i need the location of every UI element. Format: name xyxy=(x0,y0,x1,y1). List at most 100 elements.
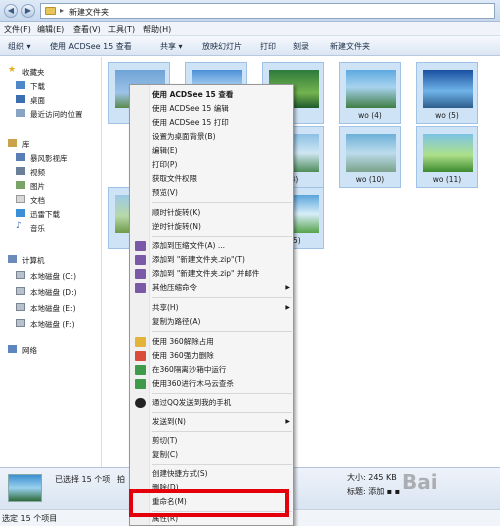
image-thumbnail[interactable]: wo (11) xyxy=(416,126,478,188)
navigation-pane: ★ 收藏夹 下载 桌面 最近访问的位置 库 暴风影视库 视频 图片 文档 迅雷下… xyxy=(0,57,102,467)
menu-item-360-unlock[interactable]: 使用 360解除占用 xyxy=(152,336,292,348)
menu-separator xyxy=(152,297,292,298)
menu-separator xyxy=(152,431,292,432)
sidebar-item-documents[interactable]: 文档 xyxy=(0,193,100,206)
sidebar-item-pictures[interactable]: 图片 xyxy=(0,179,100,192)
drive-icon xyxy=(16,287,25,295)
rename-highlight-box xyxy=(129,489,289,517)
menu-item-acdsee-print[interactable]: 使用 ACDSee 15 打印 xyxy=(152,117,292,129)
download-folder-icon xyxy=(16,81,25,89)
menu-file[interactable]: 文件(F) xyxy=(4,24,31,35)
menu-item-add-zip-email[interactable]: 添加到 "新建文件夹.zip" 并邮件 xyxy=(152,268,292,280)
menu-item-acdsee-view[interactable]: 使用 ACDSee 15 查看 xyxy=(152,89,292,101)
slideshow-button[interactable]: 放映幻灯片 xyxy=(202,41,242,52)
menu-item-create-shortcut[interactable]: 创建快捷方式(S) xyxy=(152,468,292,480)
menu-item-send-to[interactable]: 发送到(N) ▶ xyxy=(152,416,292,428)
winrar-icon xyxy=(135,255,146,265)
drive-icon xyxy=(16,303,25,311)
sidebar-favorites[interactable]: ★ 收藏夹 xyxy=(0,65,100,78)
sidebar-item-drive-e[interactable]: 本地磁盘 (E:) xyxy=(0,301,100,314)
sidebar-item-drive-f[interactable]: 本地磁盘 (F:) xyxy=(0,317,100,330)
sidebar-item-thunder[interactable]: 迅雷下载 xyxy=(0,207,100,220)
menu-item-rotate-cw[interactable]: 顺时针旋转(K) xyxy=(152,207,292,219)
sidebar-item-desktop[interactable]: 桌面 xyxy=(0,93,100,106)
photo-preview xyxy=(346,134,396,172)
menu-separator xyxy=(152,412,292,413)
menu-item-edit[interactable]: 编辑(E) xyxy=(152,145,292,157)
menu-item-360-force-delete[interactable]: 使用 360强力删除 xyxy=(152,350,292,362)
document-icon xyxy=(16,195,25,203)
title-label: 标题: 添加 ▪ ▪ xyxy=(347,487,401,496)
menu-item-add-zip[interactable]: 添加到 "新建文件夹.zip"(T) xyxy=(152,254,292,266)
photo-preview xyxy=(423,70,473,108)
menu-separator xyxy=(152,464,292,465)
video-icon xyxy=(16,167,25,175)
menu-bar: 文件(F) 编辑(E) 查看(V) 工具(T) 帮助(H) xyxy=(0,22,500,36)
selection-count: 已选择 15 个项 xyxy=(55,475,111,484)
burn-button[interactable]: 刻录 xyxy=(293,41,309,52)
menu-item-cut[interactable]: 剪切(T) xyxy=(152,435,292,447)
menu-item-copy[interactable]: 复制(C) xyxy=(152,449,292,461)
back-button[interactable]: ◀ xyxy=(4,4,18,18)
menu-item-acdsee-edit[interactable]: 使用 ACDSee 15 编辑 xyxy=(152,103,292,115)
winrar-icon xyxy=(135,241,146,251)
sidebar-item-downloads[interactable]: 下载 xyxy=(0,79,100,92)
menu-item-set-wallpaper[interactable]: 设置为桌面背景(B) xyxy=(152,131,292,143)
menu-separator xyxy=(152,393,292,394)
sidebar-item-recent[interactable]: 最近访问的位置 xyxy=(0,107,100,120)
share-button[interactable]: 共享 ▾ xyxy=(160,41,183,52)
menu-help[interactable]: 帮助(H) xyxy=(143,24,171,35)
menu-item-360-sandbox[interactable]: 在360隔离沙箱中运行 xyxy=(152,364,292,376)
sidebar-computer[interactable]: 计算机 xyxy=(0,253,100,266)
image-thumbnail[interactable]: wo (4) xyxy=(339,62,401,124)
menu-item-other-compress[interactable]: 其他压缩命令 ▶ xyxy=(152,282,292,294)
menu-item-add-archive[interactable]: 添加到压缩文件(A) ... xyxy=(152,240,292,252)
menu-item-share[interactable]: 共享(H) ▶ xyxy=(152,302,292,314)
submenu-arrow-icon: ▶ xyxy=(285,284,290,291)
new-folder-button[interactable]: 新建文件夹 xyxy=(330,41,370,52)
sidebar-network[interactable]: 网络 xyxy=(0,343,100,356)
acdsee-view-button[interactable]: 使用 ACDSee 15 查看 xyxy=(50,41,132,52)
menu-edit[interactable]: 编辑(E) xyxy=(37,24,64,35)
photo-preview xyxy=(423,134,473,172)
menu-tools[interactable]: 工具(T) xyxy=(108,24,135,35)
size-label: 大小: 245 KB xyxy=(347,473,397,482)
music-icon: ♪ xyxy=(16,221,22,231)
library-icon xyxy=(8,139,17,147)
menu-item-qq-send[interactable]: 通过QQ发送到我的手机 xyxy=(152,397,292,409)
menu-item-take-ownership[interactable]: 获取文件权限 xyxy=(152,173,292,185)
address-path[interactable]: 新建文件夹 xyxy=(69,7,109,18)
sidebar-item-music[interactable]: ♪ 音乐 xyxy=(0,221,100,234)
drive-icon xyxy=(16,271,25,279)
breadcrumb-arrow-icon[interactable]: ▸ xyxy=(60,6,64,15)
sidebar-item-drive-c[interactable]: 本地磁盘 (C:) xyxy=(0,269,100,282)
print-button[interactable]: 打印 xyxy=(260,41,276,52)
sidebar-item-drive-d[interactable]: 本地磁盘 (D:) xyxy=(0,285,100,298)
menu-separator xyxy=(152,331,292,332)
menu-item-print[interactable]: 打印(P) xyxy=(152,159,292,171)
menu-item-rotate-ccw[interactable]: 逆时针旋转(N) xyxy=(152,221,292,233)
submenu-arrow-icon: ▶ xyxy=(285,304,290,311)
menu-view[interactable]: 查看(V) xyxy=(73,24,101,35)
qq-penguin-icon xyxy=(135,398,146,408)
menu-item-preview[interactable]: 预览(V) xyxy=(152,187,292,199)
shoot-date-label: 拍 xyxy=(117,475,125,484)
folder-icon xyxy=(45,7,56,15)
context-menu: 使用 ACDSee 15 查看 使用 ACDSee 15 编辑 使用 ACDSe… xyxy=(129,84,294,526)
360-sandbox-icon xyxy=(135,365,146,375)
sidebar-item-videos[interactable]: 视频 xyxy=(0,165,100,178)
forward-button[interactable]: ▶ xyxy=(21,4,35,18)
menu-item-360-trojan-scan[interactable]: 使用360进行木马云查杀 xyxy=(152,378,292,390)
winrar-icon xyxy=(135,269,146,279)
menu-item-copy-path[interactable]: 复制为路径(A) xyxy=(152,316,292,328)
image-thumbnail[interactable]: wo (10) xyxy=(339,126,401,188)
sidebar-item-baofeng[interactable]: 暴风影视库 xyxy=(0,151,100,164)
sidebar-library[interactable]: 库 xyxy=(0,137,100,150)
command-toolbar: 组织 ▾ 使用 ACDSee 15 查看 共享 ▾ 放映幻灯片 打印 刻录 新建… xyxy=(0,36,500,56)
360-scan-icon xyxy=(135,379,146,389)
organize-button[interactable]: 组织 ▾ xyxy=(8,41,31,52)
computer-icon xyxy=(8,255,17,263)
title-bar: ◀ ▶ ▸ 新建文件夹 xyxy=(0,0,500,22)
address-bar[interactable]: ▸ 新建文件夹 xyxy=(40,3,495,19)
image-thumbnail[interactable]: wo (5) xyxy=(416,62,478,124)
